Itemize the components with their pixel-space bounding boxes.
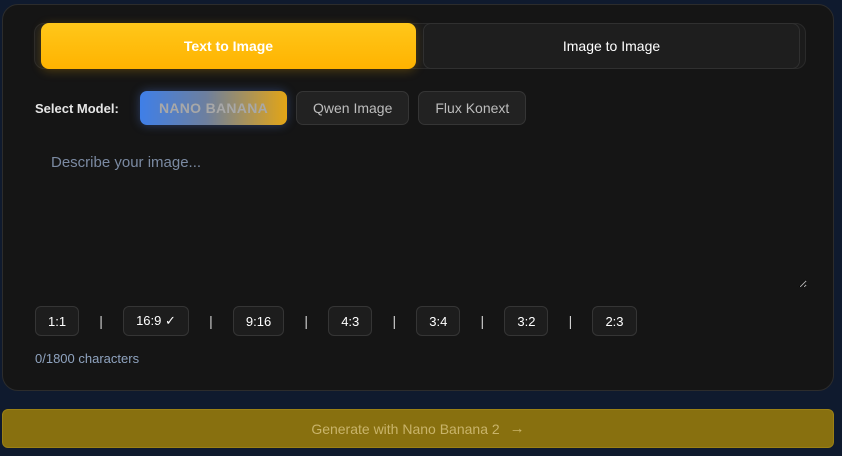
ratio-3-4-button[interactable]: 3:4 xyxy=(416,306,461,336)
model-selector: Select Model: NANO BANANA Qwen Image Flu… xyxy=(35,91,535,125)
arrow-right-icon: → xyxy=(509,420,525,437)
ratio-separator: | xyxy=(99,313,103,329)
ratio-16-9-button[interactable]: 16:9 ✓ xyxy=(123,306,189,336)
ratio-1-1-button[interactable]: 1:1 xyxy=(35,306,80,336)
ratio-9-16-button[interactable]: 9:16 xyxy=(232,306,285,336)
model-qwen-image-button[interactable]: Qwen Image xyxy=(296,91,410,125)
mode-tabs: Text to Image Image to Image xyxy=(34,23,806,69)
model-label: Select Model: xyxy=(35,100,119,116)
model-nano-banana-button[interactable]: NANO BANANA xyxy=(140,91,287,125)
model-flux-konext-button[interactable]: Flux Konext xyxy=(418,91,527,125)
ratio-separator: | xyxy=(480,313,485,329)
generator-panel: Text to Image Image to Image Select Mode… xyxy=(2,4,834,391)
ratio-separator: | xyxy=(209,313,213,329)
tab-text-to-image[interactable]: Text to Image xyxy=(41,23,416,69)
tab-image-to-image[interactable]: Image to Image xyxy=(423,23,800,69)
ratio-4-3-button[interactable]: 4:3 xyxy=(328,306,373,336)
ratio-separator: | xyxy=(304,313,309,329)
ratio-3-2-button[interactable]: 3:2 xyxy=(504,306,549,336)
ratio-separator: | xyxy=(568,313,573,329)
ratio-separator: | xyxy=(392,313,397,329)
prompt-textarea[interactable] xyxy=(35,145,807,288)
ratio-2-3-button[interactable]: 2:3 xyxy=(592,306,637,336)
aspect-ratio-selector: 1:1 | 16:9 ✓ | 9:16 | 4:3 | 3:4 | 3:2 | … xyxy=(35,306,637,336)
generate-button[interactable]: Generate with Nano Banana 2 → xyxy=(2,409,834,448)
generate-label: Generate with Nano Banana 2 xyxy=(311,420,500,437)
character-count: 0/1800 characters xyxy=(35,351,140,366)
